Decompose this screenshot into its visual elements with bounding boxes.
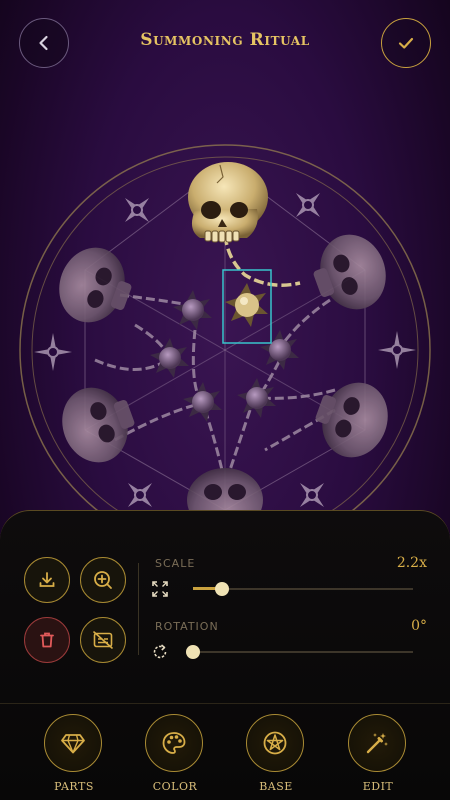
scale-thumb[interactable] [214, 582, 229, 596]
header: Summoning Ritual [0, 0, 450, 90]
scale-label: SCALE [155, 557, 196, 570]
download-icon [39, 572, 55, 587]
check-icon [398, 37, 414, 49]
nav-parts-button[interactable] [44, 714, 102, 772]
nav-base-button[interactable] [246, 714, 304, 772]
panel-divider [138, 563, 139, 655]
palette-icon [162, 732, 186, 754]
rotation-label: ROTATION [155, 620, 219, 633]
magic-wand-icon [366, 733, 388, 754]
nav-color-button[interactable] [145, 714, 203, 772]
rotate-icon [153, 644, 167, 659]
scale-value: 2.2x [396, 555, 427, 571]
page-title: Summoning Ritual [140, 30, 310, 50]
nav-item-parts[interactable]: PARTS [44, 714, 104, 798]
nav-item-base[interactable]: BASE [246, 714, 306, 798]
gold-chain [223, 234, 301, 287]
nav-item-edit[interactable]: EDIT [348, 714, 408, 798]
fullscreen-icon [152, 581, 168, 597]
nav-edit-button[interactable] [348, 714, 406, 772]
trash-icon [40, 632, 54, 648]
rotation-thumb[interactable] [186, 645, 200, 659]
delete-button[interactable] [24, 617, 70, 663]
no-caption-icon [93, 631, 113, 649]
main-skull-icon[interactable] [188, 162, 268, 243]
ritual-canvas[interactable] [0, 140, 450, 540]
nav-item-color[interactable]: COLOR [145, 714, 205, 798]
nav-label-parts: PARTS [54, 780, 94, 793]
zoom-in-button[interactable] [80, 557, 126, 603]
confirm-button[interactable] [381, 18, 431, 68]
nav-label-color: COLOR [152, 780, 198, 793]
nav-divider [0, 703, 450, 704]
gem-icon [61, 734, 85, 754]
nav-label-base: BASE [259, 780, 293, 793]
rotation-track [193, 651, 413, 653]
pentagram-icon [263, 731, 287, 755]
hide-caption-button[interactable] [80, 617, 126, 663]
download-button[interactable] [24, 557, 70, 603]
zoom-in-icon [94, 571, 112, 589]
app-screen: Summoning Ritual SCALE 2.2x ROTATION 0° … [0, 0, 450, 800]
nav-label-edit: EDIT [362, 780, 394, 793]
chain-links [94, 293, 336, 471]
chevron-left-icon [39, 35, 48, 51]
rotation-value: 0° [411, 618, 427, 634]
